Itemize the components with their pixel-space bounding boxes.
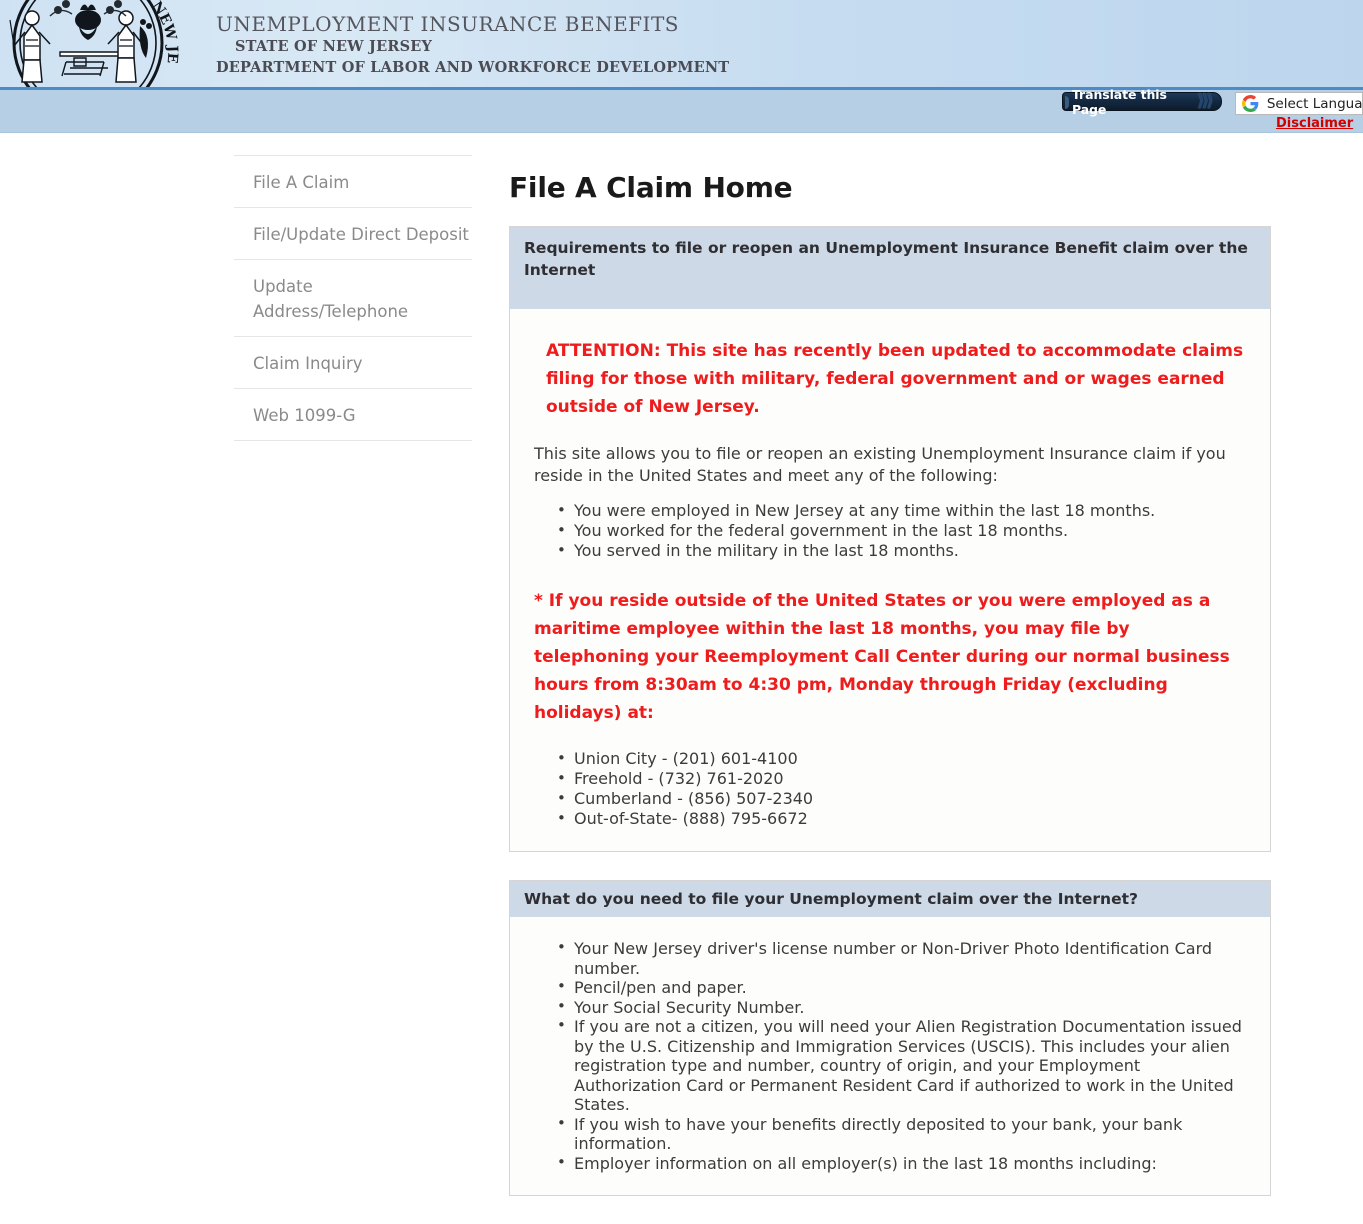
page-title: File A Claim Home — [509, 171, 793, 204]
eligibility-list: You were employed in New Jersey at any t… — [534, 500, 1250, 561]
sidebar-item-file-a-claim[interactable]: File A Claim — [234, 155, 472, 207]
list-item: You served in the military in the last 1… — [557, 540, 1250, 561]
what-you-need-panel-heading: What do you need to file your Unemployme… — [510, 881, 1270, 917]
site-subtitle-department: DEPARTMENT OF LABOR AND WORKFORCE DEVELO… — [216, 59, 730, 76]
list-item: Freehold - (732) 761-2020 — [557, 768, 1250, 789]
main-content: File A Claim Home Requirements to file o… — [509, 172, 1271, 1224]
intro-paragraph: This site allows you to file or reopen a… — [534, 444, 1226, 485]
list-item: If you are not a citizen, you will need … — [557, 1016, 1250, 1115]
call-center-phone-list: Union City - (201) 601-4100 Freehold - (… — [534, 748, 1250, 829]
site-subtitle-state: STATE OF NEW JERSEY — [235, 38, 433, 55]
header-titles: UNEMPLOYMENT INSURANCE BENEFITS STATE OF… — [216, 12, 729, 78]
sidebar-item-web-1099-g[interactable]: Web 1099-G — [234, 388, 472, 441]
select-language-dropdown[interactable]: Select Language — [1234, 92, 1363, 115]
sidebar-item-update-address-telephone[interactable]: Update Address/Telephone — [234, 259, 472, 336]
requirements-checklist: Your New Jersey driver's license number … — [534, 938, 1250, 1174]
sidebar-item-claim-inquiry[interactable]: Claim Inquiry — [234, 336, 472, 388]
list-item: Pencil/pen and paper. — [557, 977, 1250, 998]
list-item: Your Social Security Number. — [557, 997, 1250, 1018]
requirements-panel-heading: Requirements to file or reopen an Unempl… — [510, 227, 1270, 309]
what-you-need-panel: What do you need to file your Unemployme… — [509, 880, 1271, 1196]
list-item: Out-of-State- (888) 795-6672 — [557, 808, 1250, 829]
sidebar-item-file-update-direct-deposit[interactable]: File/Update Direct Deposit — [234, 207, 472, 259]
attention-alert-text: ATTENTION: This site has recently been u… — [546, 341, 1244, 417]
nj-state-seal-icon: NEW JERSEY — [0, 0, 200, 87]
list-item: Your New Jersey driver's license number … — [557, 938, 1250, 978]
disclaimer-link[interactable]: Disclaimer — [1276, 116, 1353, 131]
translate-badge-label: Translate this Page — [1072, 86, 1167, 117]
site-header: NEW JERSEY — [0, 0, 1363, 87]
google-g-icon — [1241, 95, 1259, 112]
what-you-need-panel-body: Your New Jersey driver's license number … — [510, 917, 1270, 1195]
sidebar-nav: File A Claim File/Update Direct Deposit … — [234, 155, 472, 441]
list-item: You worked for the federal government in… — [557, 520, 1250, 541]
list-item: If you wish to have your benefits direct… — [557, 1114, 1250, 1154]
list-item: Cumberland - (856) 507-2340 — [557, 788, 1250, 809]
list-item: Union City - (201) 601-4100 — [557, 748, 1250, 769]
requirements-panel-body: ATTENTION: This site has recently been u… — [510, 309, 1270, 851]
list-item: Employer information on all employer(s) … — [557, 1153, 1250, 1174]
translate-this-page-button[interactable]: Translate this Page ⟩ ⟩ ⟩ — [1062, 87, 1222, 117]
requirements-panel: Requirements to file or reopen an Unempl… — [509, 226, 1271, 852]
maritime-alert-text: * If you reside outside of the United St… — [534, 591, 1230, 723]
site-title: UNEMPLOYMENT INSURANCE BENEFITS — [216, 12, 679, 36]
list-item: You were employed in New Jersey at any t… — [557, 500, 1250, 521]
select-language-label: Select Language — [1266, 95, 1363, 112]
chevron-right-icon: ⟩ ⟩ ⟩ — [1196, 91, 1214, 111]
